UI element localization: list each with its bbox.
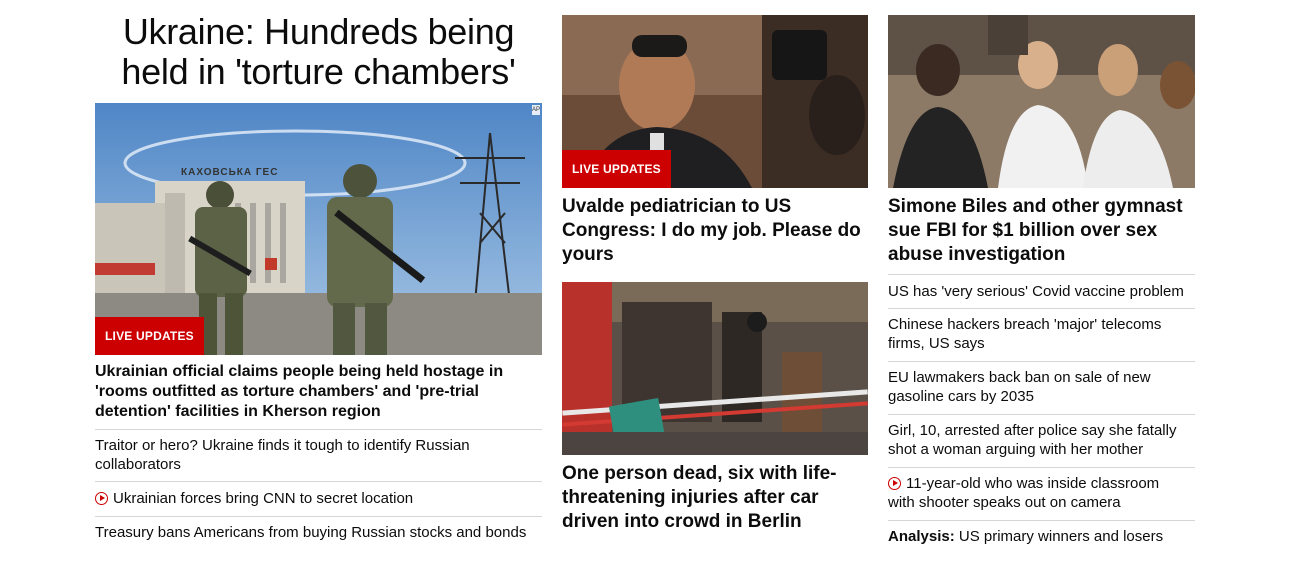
divider <box>888 520 1195 521</box>
related-link-2-label: Ukrainian forces bring CNN to secret loc… <box>113 490 414 507</box>
live-updates-badge[interactable]: LIVE UPDATES <box>562 150 671 188</box>
divider <box>888 361 1195 362</box>
divider <box>95 429 542 430</box>
senate-hearing-photo <box>888 15 1195 188</box>
related-link-hackers[interactable]: Chinese hackers breach 'major' telecoms … <box>888 315 1178 353</box>
analysis-text: US primary winners and losers <box>958 528 1164 545</box>
related-link-2[interactable]: Ukrainian forces bring CNN to secret loc… <box>95 489 542 508</box>
divider <box>95 481 542 482</box>
story-image-berlin[interactable] <box>562 282 868 455</box>
uvalde-headline[interactable]: Uvalde pediatrician to US Congress: I do… <box>562 195 868 267</box>
analysis-label: Analysis: <box>888 528 955 545</box>
building-sign: КАХОВСЬКА ГЕС <box>181 167 279 178</box>
divider <box>95 516 542 517</box>
divider <box>888 414 1195 415</box>
divider <box>888 274 1195 275</box>
lead-story-title[interactable]: Ukraine: Hundreds being held in 'torture… <box>95 12 542 92</box>
related-link-covid[interactable]: US has 'very serious' Covid vaccine prob… <box>888 282 1195 301</box>
related-link-eu[interactable]: EU lawmakers back ban on sale of new gas… <box>888 368 1178 406</box>
play-icon <box>95 492 108 505</box>
related-link-1[interactable]: Traitor or hero? Ukraine finds it tough … <box>95 436 515 474</box>
story-image-biles[interactable] <box>888 15 1195 188</box>
analysis-link[interactable]: Analysis: US primary winners and losers <box>888 527 1195 546</box>
lead-story-headline[interactable]: Ukrainian official claims people being h… <box>95 362 542 422</box>
berlin-headline[interactable]: One person dead, six with life-threateni… <box>562 462 868 534</box>
divider <box>888 467 1195 468</box>
story-image-uvalde[interactable]: LIVE UPDATES <box>562 15 868 188</box>
related-link-classroom-label: 11-year-old who was inside classroom wit… <box>888 475 1160 511</box>
play-icon <box>888 477 901 490</box>
live-updates-badge[interactable]: LIVE UPDATES <box>95 317 204 355</box>
biles-headline[interactable]: Simone Biles and other gymnast sue FBI f… <box>888 195 1195 267</box>
related-link-classroom[interactable]: 11-year-old who was inside classroom wit… <box>888 474 1188 512</box>
photo-credit: AP <box>532 105 541 115</box>
berlin-crash-photo <box>562 282 868 455</box>
lead-story-image[interactable]: КАХОВСЬКА ГЕС AP LIVE UPDATES <box>95 103 542 355</box>
divider <box>888 308 1195 309</box>
related-link-3[interactable]: Treasury bans Americans from buying Russ… <box>95 523 542 542</box>
related-link-girl[interactable]: Girl, 10, arrested after police say she … <box>888 421 1188 459</box>
